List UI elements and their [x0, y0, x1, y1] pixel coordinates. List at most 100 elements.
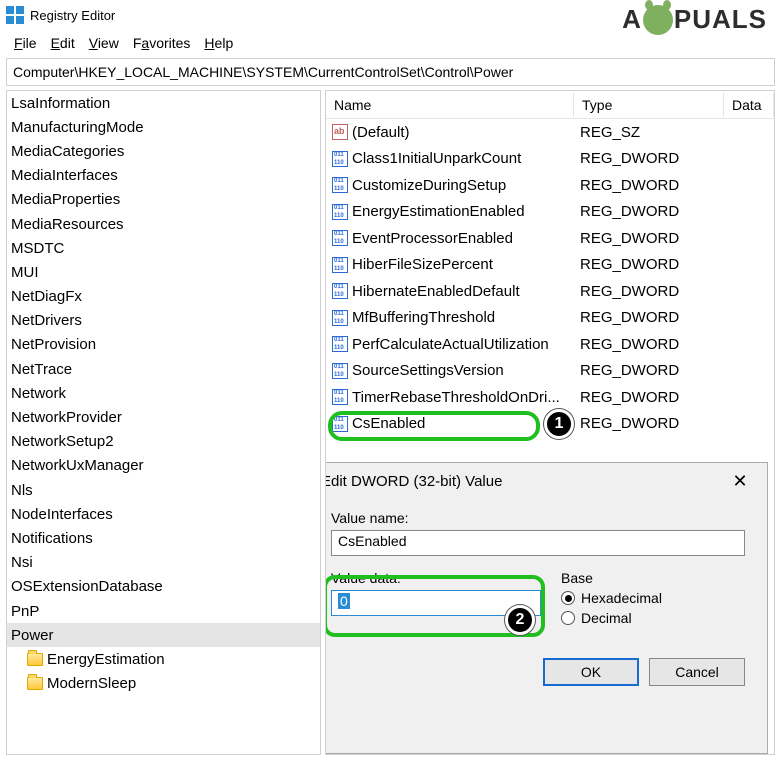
tree-item[interactable]: NetworkUxManager [7, 454, 320, 478]
tree-item[interactable]: MediaResources [7, 212, 320, 236]
tree-item[interactable]: PnP [7, 599, 320, 623]
cell-name: HibernateEnabledDefault [326, 283, 574, 300]
cell-name: CustomizeDuringSetup [326, 177, 574, 194]
radio-hexadecimal[interactable]: Hexadecimal [561, 590, 745, 606]
tree-item[interactable]: NetworkProvider [7, 405, 320, 429]
menu-edit[interactable]: Edit [45, 33, 81, 53]
tree-item[interactable]: Notifications [7, 526, 320, 550]
tree-subitem[interactable]: EnergyEstimation [7, 647, 320, 671]
col-data[interactable]: Data [724, 93, 774, 117]
string-value-icon [332, 124, 348, 140]
tree-item[interactable]: MUI [7, 260, 320, 284]
folder-icon [27, 653, 43, 666]
brand-watermark: A PUALS [622, 4, 767, 35]
tree-subitem-label: EnergyEstimation [47, 651, 165, 668]
table-row[interactable]: EnergyEstimationEnabledREG_DWORD [326, 199, 774, 226]
tree-item[interactable]: Nls [7, 478, 320, 502]
dialog-titlebar: Edit DWORD (32-bit) Value ✕ [325, 463, 767, 500]
address-bar[interactable]: Computer\HKEY_LOCAL_MACHINE\SYSTEM\Curre… [6, 58, 775, 86]
dword-value-icon [332, 257, 348, 273]
cell-type: REG_DWORD [574, 415, 724, 432]
dword-value-icon [332, 230, 348, 246]
dword-value-icon [332, 363, 348, 379]
tree-item[interactable]: LsaInformation [7, 91, 320, 115]
tree-item[interactable]: OSExtensionDatabase [7, 575, 320, 599]
value-name-input[interactable]: CsEnabled [331, 530, 745, 556]
col-name[interactable]: Name [326, 93, 574, 117]
table-row[interactable]: EventProcessorEnabledREG_DWORD [326, 225, 774, 252]
tree-item[interactable]: Power [7, 623, 320, 647]
tree-item[interactable]: Nsi [7, 551, 320, 575]
tree-item[interactable]: NetDiagFx [7, 285, 320, 309]
folder-icon [27, 677, 43, 690]
dialog-title-text: Edit DWORD (32-bit) Value [325, 473, 502, 490]
dword-value-icon [332, 416, 348, 432]
radio-decimal[interactable]: Decimal [561, 610, 745, 626]
value-name: MfBufferingThreshold [352, 309, 495, 326]
tree-pane[interactable]: LsaInformationManufacturingModeMediaCate… [6, 90, 321, 755]
menu-favorites[interactable]: Favorites [127, 33, 197, 53]
dword-value-icon [332, 151, 348, 167]
brand-pre: A [622, 4, 642, 35]
table-row[interactable]: (Default)REG_SZ [326, 119, 774, 146]
cell-name: MfBufferingThreshold [326, 309, 574, 326]
list-pane[interactable]: Name Type Data (Default)REG_SZClass1Init… [325, 90, 775, 755]
dword-value-icon [332, 310, 348, 326]
dword-value-icon [332, 283, 348, 299]
tree-item[interactable]: MediaProperties [7, 188, 320, 212]
value-name: HibernateEnabledDefault [352, 283, 520, 300]
address-text: Computer\HKEY_LOCAL_MACHINE\SYSTEM\Curre… [13, 64, 513, 80]
cell-name: CsEnabled [326, 415, 574, 432]
dword-value-icon [332, 204, 348, 220]
base-label: Base [561, 570, 745, 586]
tree-item[interactable]: NodeInterfaces [7, 502, 320, 526]
brand-ape-icon [643, 5, 673, 35]
table-row[interactable]: HibernateEnabledDefaultREG_DWORD [326, 278, 774, 305]
dword-value-icon [332, 389, 348, 405]
cancel-button[interactable]: Cancel [649, 658, 745, 686]
value-name: CustomizeDuringSetup [352, 177, 506, 194]
tree-item[interactable]: NetDrivers [7, 309, 320, 333]
value-data-label: Value data: [331, 570, 541, 586]
tree-item[interactable]: Network [7, 381, 320, 405]
annotation-badge-1: 1 [544, 409, 574, 439]
menu-file[interactable]: File [8, 33, 43, 53]
cell-type: REG_DWORD [574, 256, 724, 273]
table-row[interactable]: CustomizeDuringSetupREG_DWORD [326, 172, 774, 199]
brand-post: PUALS [674, 4, 767, 35]
close-icon[interactable]: ✕ [725, 471, 755, 492]
col-type[interactable]: Type [574, 93, 724, 117]
tree-item[interactable]: ManufacturingMode [7, 115, 320, 139]
value-name: HiberFileSizePercent [352, 256, 493, 273]
table-row[interactable]: Class1InitialUnparkCountREG_DWORD [326, 146, 774, 173]
main-split: LsaInformationManufacturingModeMediaCate… [0, 88, 781, 757]
value-name: Class1InitialUnparkCount [352, 150, 521, 167]
value-name-label: Value name: [331, 510, 745, 526]
tree-subitem[interactable]: ModernSleep [7, 672, 320, 696]
radio-hex-label: Hexadecimal [581, 590, 662, 606]
tree-item[interactable]: MediaCategories [7, 139, 320, 163]
menu-help[interactable]: Help [198, 33, 239, 53]
table-row[interactable]: HiberFileSizePercent REG_DWORD [326, 252, 774, 279]
radio-dec-label: Decimal [581, 610, 632, 626]
ok-button[interactable]: OK [543, 658, 639, 686]
tree-item[interactable]: MSDTC [7, 236, 320, 260]
window-title: Registry Editor [30, 8, 115, 23]
base-group: Base Hexadecimal Decimal [561, 570, 745, 630]
value-name: (Default) [352, 124, 410, 141]
tree-item[interactable]: NetTrace [7, 357, 320, 381]
cell-type: REG_DWORD [574, 309, 724, 326]
table-row[interactable]: SourceSettingsVersionREG_DWORD [326, 358, 774, 385]
edit-dword-dialog: Edit DWORD (32-bit) Value ✕ Value name: … [325, 462, 768, 754]
table-row[interactable]: MfBufferingThreshold REG_DWORD [326, 305, 774, 332]
table-row[interactable]: PerfCalculateActualUtilizationREG_DWORD [326, 331, 774, 358]
value-name-text: CsEnabled [338, 533, 407, 549]
menu-view[interactable]: View [83, 33, 125, 53]
cell-name: EventProcessorEnabled [326, 230, 574, 247]
tree-item[interactable]: NetworkSetup2 [7, 430, 320, 454]
table-row[interactable]: TimerRebaseThresholdOnDri...REG_DWORD [326, 384, 774, 411]
tree-item[interactable]: NetProvision [7, 333, 320, 357]
list-header: Name Type Data [326, 91, 774, 119]
value-name: SourceSettingsVersion [352, 362, 504, 379]
tree-item[interactable]: MediaInterfaces [7, 164, 320, 188]
